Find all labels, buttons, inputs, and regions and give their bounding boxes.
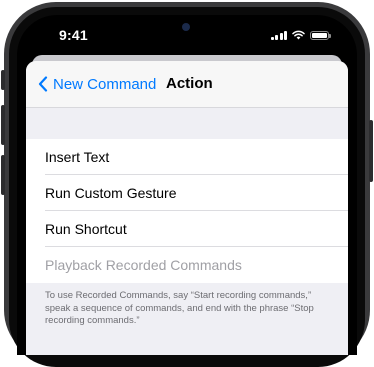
cellular-signal-icon — [270, 30, 287, 40]
wifi-icon — [292, 30, 305, 40]
action-run-custom-gesture[interactable]: Run Custom Gesture — [26, 175, 348, 211]
action-run-shortcut[interactable]: Run Shortcut — [26, 211, 348, 247]
side-button — [369, 120, 373, 182]
status-bar: 9:41 — [17, 15, 357, 59]
status-time: 9:41 — [59, 27, 88, 43]
action-sheet: New Command Action Insert Text Run Custo… — [26, 61, 348, 355]
action-playback-recorded-commands: Playback Recorded Commands — [45, 257, 242, 273]
action-list: Insert Text Run Custom Gesture Run Short… — [26, 139, 348, 283]
phone-screen: 9:41 New Command Action Insert Text Run … — [17, 15, 357, 355]
back-button[interactable]: New Command — [38, 73, 156, 95]
front-camera — [182, 23, 190, 31]
status-icons — [270, 29, 331, 41]
navigation-bar: New Command Action — [26, 61, 348, 108]
notch — [121, 15, 253, 45]
mute-switch — [1, 70, 5, 90]
page-title: Action — [166, 75, 213, 92]
battery-icon — [310, 30, 331, 40]
chevron-left-icon — [38, 76, 48, 92]
volume-up-button — [1, 105, 5, 145]
phone-frame: 9:41 New Command Action Insert Text Run … — [0, 0, 374, 367]
recorded-commands-note: To use Recorded Commands, say “Start rec… — [45, 290, 314, 326]
back-button-label: New Command — [53, 75, 157, 93]
volume-down-button — [1, 155, 5, 195]
action-insert-text[interactable]: Insert Text — [26, 139, 348, 175]
